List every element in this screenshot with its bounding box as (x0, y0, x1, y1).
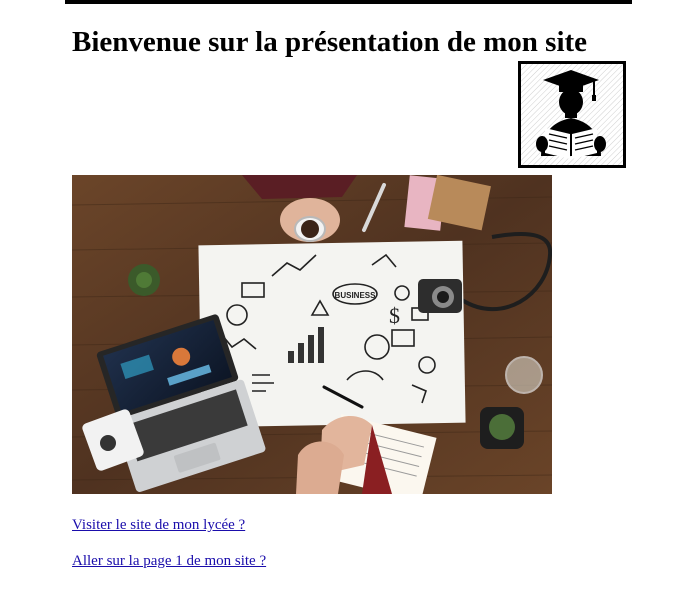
sketch-label: BUSINESS (335, 291, 377, 300)
page-title: Bienvenue sur la présentation de mon sit… (72, 26, 588, 58)
svg-text:$: $ (389, 303, 400, 328)
page: Bienvenue sur la présentation de mon sit… (0, 0, 696, 599)
student-reading-graduate-icon (521, 64, 623, 165)
link-visit-lycee[interactable]: Visiter le site de mon lycée ? (72, 516, 245, 534)
business-workspace-photo: BUSINESS $ (72, 175, 552, 494)
link-site-page-1[interactable]: Aller sur la page 1 de mon site ? (72, 552, 266, 570)
student-logo (518, 61, 626, 168)
top-rule (65, 0, 632, 4)
hero-image: BUSINESS $ (72, 175, 552, 494)
